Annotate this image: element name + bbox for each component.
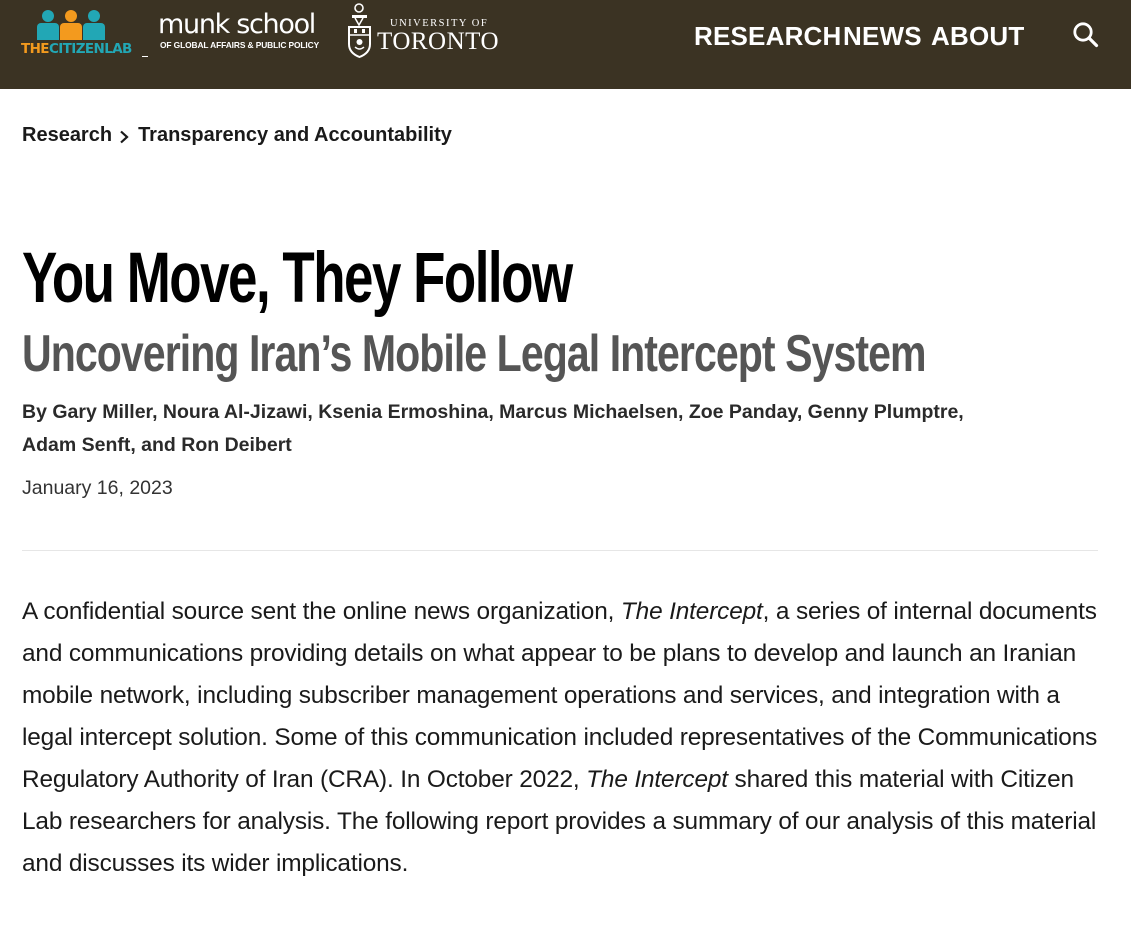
intro-publication-name-1: The Intercept (620, 598, 763, 625)
search-button[interactable] (1070, 19, 1102, 51)
authors-line-2: Adam Senft, and Ron Deibert (22, 434, 292, 456)
nav-research[interactable]: RESEARCH (694, 19, 842, 53)
breadcrumb: Research Transparency and Accountability (22, 121, 452, 151)
nav-about[interactable]: ABOUT (931, 19, 1024, 53)
munk-school-logo[interactable]: munk school OF GLOBAL AFFAIRS & PUBLIC P… (158, 9, 328, 57)
article-authors: By Gary Miller, Noura Al-Jizawi, Ksenia … (22, 396, 1082, 462)
breadcrumb-transparency[interactable]: Transparency and Accountability (138, 121, 452, 149)
authors-line-1: By Gary Miller, Noura Al-Jizawi, Ksenia … (22, 401, 964, 423)
intro-text-1: A confidential source sent the online ne… (22, 598, 621, 625)
intro-text-2: , a series of internal documents and com… (22, 598, 1098, 793)
page-title: You Move, They Follow (22, 239, 573, 318)
citizen-lab-wordmark: THECITIZENLAB (21, 41, 132, 57)
uoft-crest-icon (348, 3, 371, 58)
munk-school-subtitle: OF GLOBAL AFFAIRS & PUBLIC POLICY (160, 40, 320, 50)
munk-school-title: munk school (158, 9, 316, 40)
breadcrumb-research[interactable]: Research (22, 121, 112, 149)
nav-news[interactable]: NEWS (843, 19, 922, 53)
chevron-right-icon (112, 121, 138, 149)
citizen-lab-people-icon (21, 10, 121, 40)
site-header: THECITIZENLAB munk school OF GLOBAL AFFA… (0, 0, 1131, 89)
article-intro-paragraph: A confidential source sent the online ne… (22, 591, 1102, 885)
divider (22, 550, 1098, 551)
university-of-toronto-logo[interactable]: UNIVERSITY OF TORONTO (346, 2, 501, 58)
header-divider-mark (142, 56, 148, 57)
article-date: January 16, 2023 (22, 477, 173, 499)
intro-publication-name-2: The Intercept (586, 766, 728, 793)
citizen-lab-wordmark-name: CITIZENLAB (48, 41, 132, 57)
citizen-lab-wordmark-prefix: THE (21, 41, 50, 57)
page-subtitle: Uncovering Iran’s Mobile Legal Intercept… (22, 325, 927, 383)
uoft-big-text: TORONTO (377, 28, 500, 55)
search-icon (1073, 22, 1099, 48)
citizen-lab-logo[interactable]: THECITIZENLAB (21, 10, 132, 58)
